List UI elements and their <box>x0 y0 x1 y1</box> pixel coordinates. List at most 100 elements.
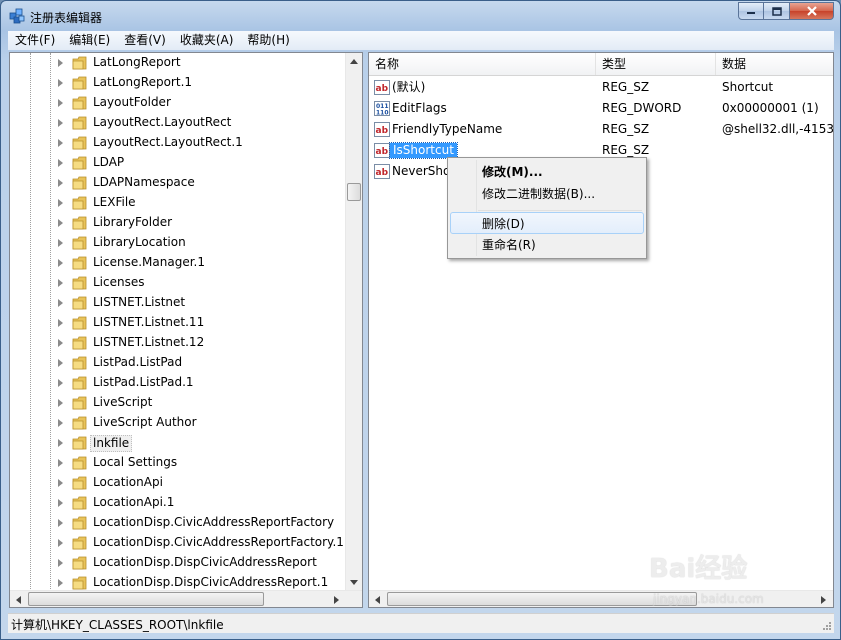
scroll-right-button[interactable] <box>328 591 344 607</box>
context-menu: 修改(M)... 修改二进制数据(B)... 删除(D) 重命名(R) <box>447 157 647 259</box>
expand-arrow-icon[interactable] <box>58 59 63 67</box>
expand-arrow-icon[interactable] <box>58 319 63 327</box>
tree-item[interactable]: LocationApi.1 <box>10 493 346 513</box>
menu-item-rename[interactable]: 重命名(R) <box>450 234 644 256</box>
tree-scroll-thumb[interactable] <box>347 183 361 201</box>
expand-arrow-icon[interactable] <box>58 359 63 367</box>
tree-item[interactable]: ListPad.ListPad.1 <box>10 373 346 393</box>
tree-item[interactable]: LayoutFolder <box>10 93 346 113</box>
expand-arrow-icon[interactable] <box>58 299 63 307</box>
list-hscroll-thumb[interactable] <box>387 592 697 606</box>
value-name: IsShortcut <box>389 142 458 159</box>
column-header-name[interactable]: 名称 <box>369 53 596 75</box>
tree-hscroll-thumb[interactable] <box>28 592 264 606</box>
expand-arrow-icon[interactable] <box>58 279 63 287</box>
expand-arrow-icon[interactable] <box>58 179 63 187</box>
title-bar[interactable]: 注册表编辑器 <box>1 1 840 31</box>
expand-arrow-icon[interactable] <box>58 199 63 207</box>
menu-item-modify[interactable]: 修改(M)... <box>450 161 644 183</box>
list-scroll-left-button[interactable] <box>369 591 385 607</box>
tree-item[interactable]: LocationDisp.CivicAddressReportFactory.1 <box>10 533 346 553</box>
expand-arrow-icon[interactable] <box>58 399 63 407</box>
tree-item[interactable]: ListPad.ListPad <box>10 353 346 373</box>
tree-item[interactable]: LocationDisp.CivicAddressReportFactory <box>10 513 346 533</box>
tree-item[interactable]: License.Manager.1 <box>10 253 346 273</box>
expand-arrow-icon[interactable] <box>58 579 63 587</box>
expand-arrow-icon[interactable] <box>58 119 63 127</box>
menu-item-delete[interactable]: 删除(D) <box>450 212 644 234</box>
maximize-button[interactable] <box>764 2 790 20</box>
expand-arrow-icon[interactable] <box>58 479 63 487</box>
value-row[interactable]: ab (默认) REG_SZ Shortcut <box>369 77 833 98</box>
expand-arrow-icon[interactable] <box>58 239 63 247</box>
menu-view[interactable]: 查看(V) <box>117 31 173 50</box>
tree-item-label: lnkfile <box>90 435 133 452</box>
svg-text:ab: ab <box>376 168 389 178</box>
tree-horizontal-scrollbar[interactable] <box>10 590 362 607</box>
value-row[interactable]: 011 110 EditFlags REG_DWORD 0x00000001 (1) <box>369 98 833 119</box>
tree-item[interactable]: LatLongReport <box>10 53 346 73</box>
tree-item[interactable]: LISTNET.Listnet.12 <box>10 333 346 353</box>
values-list-pane[interactable]: 名称 类型 数据 ab (默认) REG_SZ Shortcut 011 110 EditF… <box>368 52 834 608</box>
expand-arrow-icon[interactable] <box>58 459 63 467</box>
column-header-type[interactable]: 类型 <box>596 53 716 75</box>
tree-item[interactable]: LibraryLocation <box>10 233 346 253</box>
tree-vertical-scrollbar[interactable] <box>345 53 362 591</box>
folder-icon <box>72 96 87 110</box>
tree-item[interactable]: Local Settings <box>10 453 346 473</box>
expand-arrow-icon[interactable] <box>58 139 63 147</box>
tree-item-label: LEXFile <box>93 195 136 209</box>
tree-item[interactable]: Licenses <box>10 273 346 293</box>
expand-arrow-icon[interactable] <box>58 379 63 387</box>
menu-help[interactable]: 帮助(H) <box>240 31 296 50</box>
folder-icon <box>72 76 87 90</box>
tree-item-label: LocationApi.1 <box>93 495 175 509</box>
scroll-left-button[interactable] <box>10 591 26 607</box>
tree-item[interactable]: LiveScript Author <box>10 413 346 433</box>
tree-item[interactable]: LocationApi <box>10 473 346 493</box>
menu-edit[interactable]: 编辑(E) <box>62 31 117 50</box>
expand-arrow-icon[interactable] <box>58 519 63 527</box>
menu-file[interactable]: 文件(F) <box>8 31 62 50</box>
tree-item[interactable]: lnkfile <box>10 433 346 453</box>
tree-item[interactable]: LocationDisp.DispCivicAddressReport.1 <box>10 573 346 591</box>
column-header-data[interactable]: 数据 <box>716 53 833 75</box>
expand-arrow-icon[interactable] <box>58 259 63 267</box>
expand-arrow-icon[interactable] <box>58 499 63 507</box>
tree-item[interactable]: LocationDisp.DispCivicAddressReport <box>10 553 346 573</box>
expand-arrow-icon[interactable] <box>58 539 63 547</box>
folder-icon <box>72 456 87 470</box>
expand-arrow-icon[interactable] <box>58 159 63 167</box>
value-row[interactable]: ab FriendlyTypeName REG_SZ @shell32.dll,-41… <box>369 119 833 140</box>
list-horizontal-scrollbar[interactable] <box>369 590 833 607</box>
list-scroll-right-button[interactable] <box>815 591 831 607</box>
tree-item[interactable]: LatLongReport.1 <box>10 73 346 93</box>
menu-item-modify-binary[interactable]: 修改二进制数据(B)... <box>450 183 644 205</box>
expand-arrow-icon[interactable] <box>58 219 63 227</box>
tree-item[interactable]: LISTNET.Listnet.11 <box>10 313 346 333</box>
expand-arrow-icon[interactable] <box>58 79 63 87</box>
tree-item[interactable]: LayoutRect.LayoutRect <box>10 113 346 133</box>
key-tree-pane[interactable]: LatLongReport LatLongReport.1 LayoutFolder… <box>9 52 363 608</box>
expand-arrow-icon[interactable] <box>58 339 63 347</box>
minimize-button[interactable] <box>738 2 764 20</box>
expand-arrow-icon[interactable] <box>58 419 63 427</box>
tree-item-label: LocationDisp.CivicAddressReportFactory.1 <box>93 535 344 549</box>
close-button[interactable] <box>790 2 834 20</box>
tree-item[interactable]: LDAP <box>10 153 346 173</box>
scroll-up-arrow-icon <box>350 59 358 64</box>
tree-item[interactable]: LibraryFolder <box>10 213 346 233</box>
tree-item[interactable]: LiveScript <box>10 393 346 413</box>
tree-item[interactable]: LISTNET.Listnet <box>10 293 346 313</box>
scroll-up-button[interactable] <box>346 53 362 70</box>
tree-item[interactable]: LEXFile <box>10 193 346 213</box>
tree-item[interactable]: LayoutRect.LayoutRect.1 <box>10 133 346 153</box>
string-value-icon: ab <box>374 122 390 137</box>
tree-item[interactable]: LDAPNamespace <box>10 173 346 193</box>
expand-arrow-icon[interactable] <box>58 559 63 567</box>
expand-arrow-icon[interactable] <box>58 99 63 107</box>
resize-grip-icon[interactable] <box>822 621 832 631</box>
scroll-down-button[interactable] <box>346 574 362 591</box>
expand-arrow-icon[interactable] <box>58 439 63 447</box>
menu-favorites[interactable]: 收藏夹(A) <box>173 31 241 50</box>
